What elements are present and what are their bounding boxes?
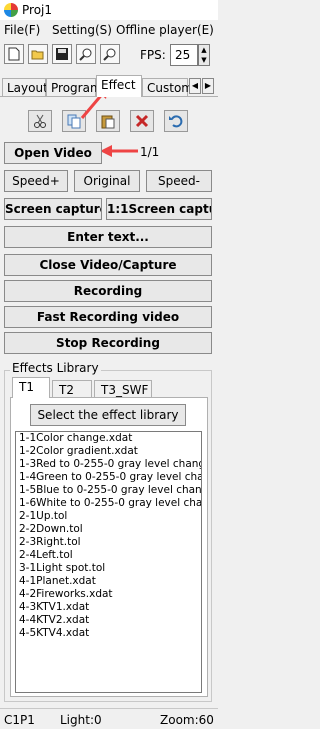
title-bar: Proj1 xyxy=(0,0,218,20)
speed-up-button[interactable]: Speed+ xyxy=(4,170,68,192)
status-zoom: Zoom:60 xyxy=(160,713,214,727)
select-effect-library-button[interactable]: Select the effect library xyxy=(30,404,186,426)
status-light: Light:0 xyxy=(60,713,102,727)
menu-bar: File(F) Setting(S) Offline player(E) xyxy=(0,20,218,40)
fps-spinner[interactable]: ▲ ▼ xyxy=(198,44,210,66)
effects-list-item[interactable]: 4-2Fireworks.xdat xyxy=(16,588,201,601)
delete-x-icon xyxy=(135,114,149,128)
open-video-count: 1/1 xyxy=(140,145,160,159)
menu-file[interactable]: File(F) xyxy=(4,23,40,37)
tab-scroll-right-button[interactable]: ▶ xyxy=(202,78,214,94)
effects-list-item[interactable]: 2-4Left.tol xyxy=(16,549,201,562)
open-folder-button[interactable] xyxy=(28,44,48,64)
undo-icon xyxy=(169,115,183,128)
effects-list-item[interactable]: 1-4Green to 0-255-0 gray level chang xyxy=(16,471,201,484)
effects-list[interactable]: 1-1Color change.xdat 1-2Color gradient.xd… xyxy=(15,431,202,693)
delete-button[interactable] xyxy=(130,110,154,132)
status-bar: C1P1 Light:0 Zoom:60 xyxy=(0,708,218,729)
effects-list-item[interactable]: 4-3KTV1.xdat xyxy=(16,601,201,614)
library-tab-t3-swf[interactable]: T3_SWF xyxy=(94,380,152,398)
fast-recording-button[interactable]: Fast Recording video xyxy=(4,306,212,328)
close-video-capture-button[interactable]: Close Video/Capture xyxy=(4,254,212,276)
library-tab-t2[interactable]: T2 xyxy=(52,380,92,398)
copy-icon xyxy=(67,114,81,129)
app-logo-icon xyxy=(4,3,18,17)
open-folder-icon xyxy=(31,50,44,60)
effects-list-item[interactable]: 1-3Red to 0-255-0 gray level change. xyxy=(16,458,201,471)
library-tab-t1[interactable]: T1 xyxy=(12,377,50,398)
recording-button[interactable]: Recording xyxy=(4,280,212,302)
undo-button[interactable] xyxy=(164,110,188,132)
zoom-out-button[interactable] xyxy=(100,44,120,64)
save-icon xyxy=(56,48,68,60)
speed-down-button[interactable]: Speed- xyxy=(146,170,212,192)
status-c1p1: C1P1 xyxy=(4,713,35,727)
effects-list-item[interactable]: 2-2Down.tol xyxy=(16,523,201,536)
paste-icon xyxy=(101,115,115,129)
zoom-out-icon xyxy=(103,48,116,61)
effects-list-item[interactable]: 1-1Color change.xdat xyxy=(16,432,201,445)
tab-custom[interactable]: Custom xyxy=(142,78,193,96)
original-speed-button[interactable]: Original xyxy=(74,170,140,192)
stop-recording-button[interactable]: Stop Recording xyxy=(4,332,212,354)
tab-scroll-left-button[interactable]: ◀ xyxy=(189,78,201,94)
screen-capture-1to1-button[interactable]: 1:1Screen capture xyxy=(106,198,212,220)
tab-layout[interactable]: Layout xyxy=(2,78,48,96)
effects-library-title: Effects Library xyxy=(10,361,101,375)
new-file-button[interactable] xyxy=(4,44,24,64)
fps-input[interactable]: 25 xyxy=(170,44,198,66)
effects-list-item[interactable]: 1-6White to 0-255-0 gray level chang xyxy=(16,497,201,510)
scissors-icon xyxy=(34,114,46,128)
zoom-in-icon xyxy=(79,48,92,61)
tab-effect[interactable]: Effect xyxy=(96,75,142,97)
annotation-arrow-open-video-icon xyxy=(100,145,138,157)
effects-list-item[interactable]: 1-2Color gradient.xdat xyxy=(16,445,201,458)
save-button[interactable] xyxy=(52,44,72,64)
enter-text-button[interactable]: Enter text... xyxy=(4,226,212,248)
new-file-icon xyxy=(8,47,20,61)
paste-button[interactable] xyxy=(96,110,120,132)
open-video-button[interactable]: Open Video xyxy=(4,142,102,164)
zoom-in-button[interactable] xyxy=(76,44,96,64)
fps-label: FPS: xyxy=(140,48,166,62)
menu-setting[interactable]: Setting(S) xyxy=(52,23,112,37)
menu-offline-player[interactable]: Offline player(E) xyxy=(116,23,214,37)
effects-list-item[interactable]: 4-5KTV4.xdat xyxy=(16,627,201,640)
effects-list-item[interactable]: 2-3Right.tol xyxy=(16,536,201,549)
effects-list-item[interactable]: 3-1Light spot.tol xyxy=(16,562,201,575)
effects-list-item[interactable]: 2-1Up.tol xyxy=(16,510,201,523)
tab-program[interactable]: Program xyxy=(46,78,102,96)
effects-list-item[interactable]: 1-5Blue to 0-255-0 gray level change. xyxy=(16,484,201,497)
copy-button[interactable] xyxy=(62,110,86,132)
screen-capture-button[interactable]: Screen capture xyxy=(4,198,102,220)
cut-button[interactable] xyxy=(28,110,52,132)
effects-list-item[interactable]: 4-4KTV2.xdat xyxy=(16,614,201,627)
window-title: Proj1 xyxy=(22,3,53,17)
effects-list-item[interactable]: 4-1Planet.xdat xyxy=(16,575,201,588)
